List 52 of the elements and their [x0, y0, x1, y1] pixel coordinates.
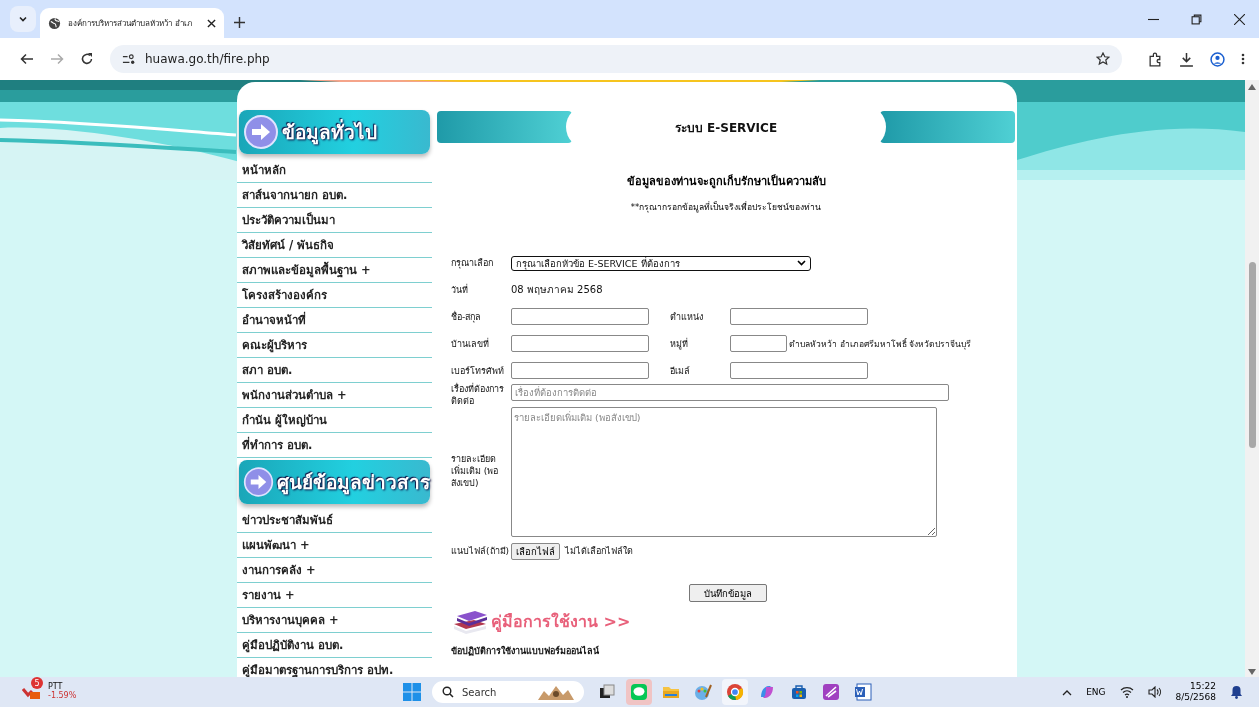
section-banner: ศูนย์ข้อมูลข่าวสาร	[239, 460, 430, 504]
clock-date[interactable]: 8/5/2568	[1175, 692, 1216, 703]
topic-select[interactable]: กรุณาเลือกหัวข้อ E-SERVICE ที่ต้องการ	[511, 255, 811, 271]
rules-title: ข้อปฏิบัติการใช้งานแบบฟอร์มออนไลน์	[451, 644, 600, 658]
field-label: เรื่องที่ต้องการติดต่อ	[451, 384, 505, 408]
section-banner: ข้อมูลทั่วไป	[239, 110, 430, 154]
sidebar-link[interactable]: พนักงานส่วนตำบล +	[237, 383, 432, 408]
sidebar-link[interactable]: ข่าวประชาสัมพันธ์	[237, 508, 432, 533]
sidebar-link[interactable]: บริหารงานบุคคล +	[237, 608, 432, 633]
details-field[interactable]: รายละเอียดเพิ่มเติม (พอสังเขป)	[511, 407, 937, 537]
field-label: อีเมล์	[670, 364, 691, 378]
field-label: แนบไฟล์(ถ้ามี)	[451, 545, 510, 558]
sidebar-link[interactable]: คณะผู้บริหาร	[237, 333, 432, 358]
sidebar-link[interactable]: วิสัยทัศน์ / พันธกิจ	[237, 233, 432, 258]
field-label: หมู่ที่	[670, 337, 689, 351]
date-value: 08 พฤษภาคม 2568	[511, 283, 603, 297]
notification-badge: 5	[31, 677, 43, 689]
stock-change: -1.59%	[48, 692, 77, 701]
field-label: ชื่อ-สกุล	[451, 310, 483, 324]
sidebar-link[interactable]: ประวัติความเป็นมา	[237, 208, 432, 233]
sidebar-link[interactable]: สภาพและข้อมูลพื้นฐาน +	[237, 258, 432, 283]
address-bar[interactable]: huawa.go.th/fire.php	[110, 45, 1122, 73]
tab-title: องค์การบริหารส่วนตำบลหัวหว้า อำเภ	[68, 17, 193, 30]
clock-time[interactable]: 15:22	[1190, 681, 1216, 692]
field-label: กรุณาเลือก	[451, 257, 494, 270]
sidebar-link[interactable]: อำนาจหน้าที่	[237, 308, 432, 333]
search-field[interactable]: Search	[432, 681, 584, 703]
field-label: บ้านเลขที่	[451, 337, 490, 351]
sidebar-link[interactable]: หน้าหลัก	[237, 158, 432, 183]
sidebar-link[interactable]: สภา อบต.	[237, 358, 432, 383]
field-label: วันที่	[451, 283, 469, 297]
choose-file-button[interactable]: เลือกไฟล์	[511, 542, 561, 560]
notice-hint: **กรุณากรอกข้อมูลที่เป็นจริงเพื่อประโยชน์ของท่าน	[629, 200, 823, 214]
language-indicator[interactable]: ENG	[1086, 687, 1106, 697]
field-label: ตำแหน่ง	[670, 310, 704, 324]
sidebar-link[interactable]: กำนัน ผู้ใหญ่บ้าน	[237, 408, 432, 433]
subject-field[interactable]: เรื่องที่ต้องการติดต่อ	[511, 384, 949, 401]
stock-symbol: PTT	[48, 683, 63, 692]
file-status: ไม่ได้เลือกไฟล์ใด	[565, 545, 634, 558]
sidebar-link[interactable]: คู่มือปฏิบัติงาน อบต.	[237, 633, 432, 658]
sidebar-link[interactable]: ที่ทำการ อบต.	[237, 433, 432, 458]
field-label: รายละเอียดเพิ่มเติม (พอสังเขป)	[451, 454, 500, 490]
address-text: ตำบลหัวหว้า อำเภอศรีมหาโพธิ์ จังหวัดปราจีนบุรี	[789, 337, 972, 351]
sidebar-link[interactable]: รายงาน +	[237, 583, 432, 608]
sidebar-link[interactable]: โครงสร้างองค์กร	[237, 283, 432, 308]
sidebar-link[interactable]: สาส์นจากนายก อบต.	[237, 183, 432, 208]
notice-title: ข้อมูลของท่านจะถูกเก็บรักษาเป็นความลับ	[625, 173, 827, 190]
sidebar-link[interactable]: งานการคลัง +	[237, 558, 432, 583]
browser-tab[interactable]: องค์การบริหารส่วนตำบลหัวหว้า อำเภ	[40, 8, 224, 38]
field-label: เบอร์โทรศัพท์	[451, 364, 505, 378]
sidebar-link[interactable]: แผนพัฒนา +	[237, 533, 432, 558]
save-button[interactable]: บันทึกข้อมูล	[689, 584, 767, 602]
